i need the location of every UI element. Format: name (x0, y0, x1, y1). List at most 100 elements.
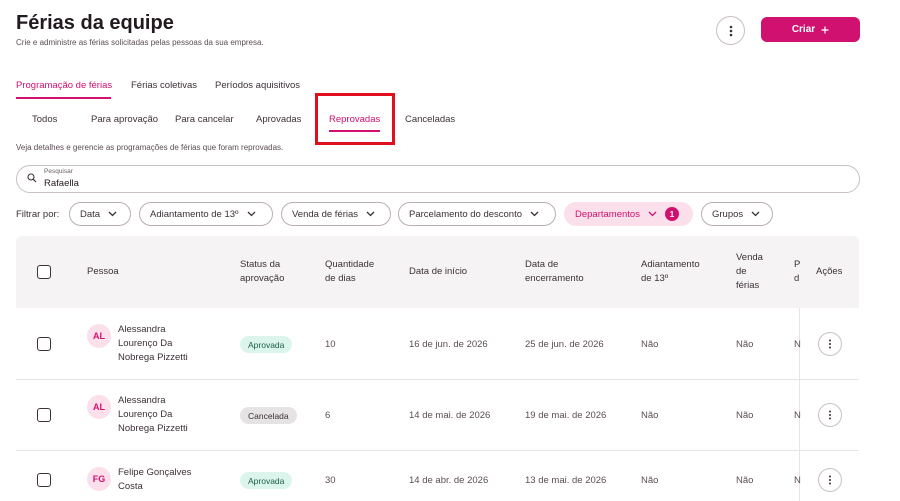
chevron-down-icon (648, 211, 657, 217)
start-date-cell: 14 de abr. de 2026 (409, 475, 489, 486)
column-header-status-line1[interactable]: Status da (240, 258, 280, 272)
chevron-down-icon (247, 211, 255, 217)
end-date-cell: 13 de mai. de 2026 (525, 475, 607, 486)
subtab-todos[interactable]: Todos (32, 114, 57, 125)
advance-cell: Não (641, 410, 659, 421)
column-header-end-line2[interactable]: encerramento (525, 272, 584, 286)
create-button-label: Criar (791, 24, 816, 35)
filter-chip-venda[interactable]: Venda de férias (281, 202, 391, 226)
person-name-line: Lourenço Da (118, 338, 173, 349)
search-icon (27, 173, 37, 183)
column-header-sale-line3[interactable]: férias (736, 279, 759, 293)
sale-cell: Não (736, 475, 754, 486)
filter-label: Filtrar por: (16, 209, 60, 220)
row-checkbox[interactable] (37, 473, 51, 487)
filter-chip-label: Data (80, 208, 101, 220)
row-checkbox[interactable] (37, 408, 51, 422)
chevron-down-icon (530, 211, 539, 217)
page-title: Férias da equipe (16, 12, 174, 34)
row-actions-button[interactable] (818, 403, 842, 427)
truncated-cell: N (794, 339, 801, 350)
tab-ferias-coletivas[interactable]: Férias coletivas (131, 80, 197, 91)
avatar: AL (87, 324, 111, 348)
subtab-canceladas[interactable]: Canceladas (405, 114, 455, 125)
end-date-cell: 19 de mai. de 2026 (525, 410, 607, 421)
start-date-cell: 14 de mai. de 2026 (409, 410, 491, 421)
chevron-down-icon (108, 211, 117, 217)
vertical-dots-icon (729, 25, 732, 36)
sticky-column-divider (799, 308, 800, 501)
column-header-sale-line2[interactable]: de (736, 265, 747, 279)
vertical-dots-icon (829, 410, 831, 420)
column-header-truncated-line2[interactable]: d (794, 272, 799, 286)
column-header-days-line1[interactable]: Quantidade (325, 258, 374, 272)
filter-chip-label: Departamentos (575, 208, 640, 220)
avatar: FG (87, 467, 111, 491)
vertical-dots-icon (829, 475, 831, 485)
filter-chip-label: Grupos (712, 208, 744, 220)
avatar: AL (87, 395, 111, 419)
chevron-down-icon (751, 211, 760, 217)
days-cell: 6 (325, 410, 331, 421)
search-value[interactable]: Rafaella (44, 178, 79, 189)
filter-chip-label: Venda de férias (292, 208, 359, 220)
status-badge: Aprovada (240, 336, 293, 353)
filter-chip-data[interactable]: Data (69, 202, 131, 226)
person-name-line: Alessandra (118, 324, 166, 335)
subtab-para-cancelar[interactable]: Para cancelar (175, 114, 234, 125)
truncated-cell: N (794, 410, 801, 421)
vertical-dots-icon (829, 339, 831, 349)
status-badge: Cancelada (240, 407, 297, 424)
person-name-line: Nobrega Pizzetti (118, 423, 188, 434)
search-label: Pesquisar (44, 168, 73, 175)
tab-programacao-de-ferias[interactable]: Programação de férias (16, 80, 112, 91)
active-tab-indicator (16, 97, 111, 99)
filter-chip-adiantamento[interactable]: Adiantamento de 13º (139, 202, 273, 226)
advance-cell: Não (641, 339, 659, 350)
column-header-sale-line1[interactable]: Venda (736, 251, 763, 265)
row-checkbox[interactable] (37, 337, 51, 351)
end-date-cell: 25 de jun. de 2026 (525, 339, 604, 350)
person-name-line: Nobrega Pizzetti (118, 352, 188, 363)
highlight-box (315, 93, 395, 145)
filter-chip-label: Parcelamento do desconto (409, 208, 523, 220)
sale-cell: Não (736, 410, 754, 421)
status-badge: Aprovada (240, 472, 293, 489)
person-name-line: Lourenço Da (118, 409, 173, 420)
person-name-line: Costa (118, 481, 143, 492)
column-header-actions: Ações (816, 266, 843, 277)
column-header-advance-line2[interactable]: de 13º (641, 272, 668, 286)
column-header-truncated-line1[interactable]: P (794, 258, 800, 272)
column-header-advance-line1[interactable]: Adiantamento (641, 258, 700, 272)
tab-periodos-aquisitivos[interactable]: Períodos aquisitivos (215, 80, 300, 91)
filter-chip-parcelamento[interactable]: Parcelamento do desconto (398, 202, 556, 226)
column-header-person[interactable]: Pessoa (87, 265, 119, 279)
filter-count-badge: 1 (664, 207, 679, 221)
select-all-checkbox[interactable] (37, 265, 51, 279)
chevron-down-icon (366, 211, 375, 217)
subtab-para-aprovacao[interactable]: Para aprovação (91, 114, 158, 125)
person-name-line: Felipe Gonçalves (118, 467, 192, 478)
search-input[interactable] (16, 165, 860, 193)
days-cell: 30 (325, 475, 336, 486)
truncated-cell: N (794, 475, 801, 486)
row-actions-button[interactable] (818, 468, 842, 492)
days-cell: 10 (325, 339, 336, 350)
filter-chip-departamentos[interactable]: Departamentos 1 (564, 202, 693, 226)
subtab-aprovadas[interactable]: Aprovadas (256, 114, 301, 125)
advance-cell: Não (641, 475, 659, 486)
column-header-days-line2[interactable]: de dias (325, 272, 356, 286)
column-header-start[interactable]: Data de início (409, 265, 467, 279)
start-date-cell: 16 de jun. de 2026 (409, 339, 488, 350)
plus-icon (821, 26, 829, 33)
create-button[interactable]: Criar (761, 17, 860, 42)
column-header-status-line2[interactable]: aprovação (240, 272, 284, 286)
row-divider (16, 450, 859, 451)
column-header-end-line1[interactable]: Data de (525, 258, 558, 272)
row-actions-button[interactable] (818, 332, 842, 356)
page-subtitle: Crie e administre as férias solicitadas … (16, 38, 264, 47)
filter-chip-grupos[interactable]: Grupos (701, 202, 773, 226)
row-divider (16, 379, 859, 380)
more-options-button[interactable] (716, 16, 745, 45)
section-description: Veja detalhes e gerencie as programações… (16, 143, 284, 152)
